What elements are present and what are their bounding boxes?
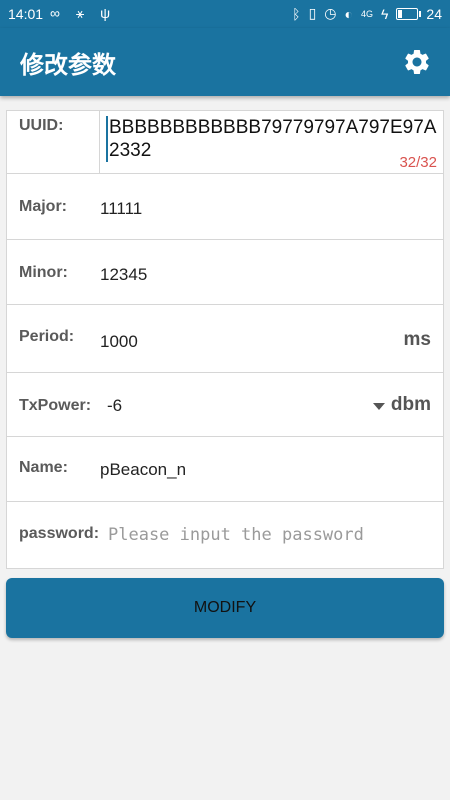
name-field[interactable]: pBeacon_n [100,460,186,480]
modify-button[interactable]: MODIFY [6,578,444,638]
minor-row: Minor: 12345 [7,240,443,305]
battery-icon [396,7,422,20]
txpower-label: TxPower: [19,397,92,414]
txpower-row: TxPower: -6 dbm [7,373,443,437]
beacon-params-form: UUID: BBBBBBBBBBBB79779797A797E97A2332 3… [6,110,444,569]
gear-icon[interactable] [402,47,432,77]
uuid-row: UUID: BBBBBBBBBBBB79779797A797E97A2332 3… [7,111,443,174]
password-label: password: [19,525,100,542]
txpower-unit: dbm [390,394,431,415]
major-label: Major: [19,198,67,215]
period-unit: ms [403,329,431,350]
name-row: Name: pBeacon_n [7,437,443,502]
alarm-icon: ◷ [324,5,337,21]
period-label: Period: [19,328,75,345]
bluetooth-icon: ᛒ [292,5,301,22]
major-field[interactable]: 11111 [100,199,142,219]
uuid-value[interactable]: BBBBBBBBBBBB79779797A797E97A2332 [106,116,441,162]
data-saver-icon: ◐ [344,5,353,22]
signal-icon: 4G [360,8,373,19]
charging-icon: ϟ [381,5,389,22]
password-row: password: Please input the password [7,502,443,568]
major-row: Major: 11111 [7,174,443,240]
uuid-label: UUID: [19,117,64,134]
vibrate-icon: ▯ [308,5,317,21]
page-title: 修改参数 [20,52,116,79]
status-bar: 14:01 ∞ ⚹ ψ ᛒ ▯ ◷ ◐ 4G ϟ 24 [0,0,450,28]
minor-field[interactable]: 12345 [100,265,147,285]
chevron-down-icon[interactable] [373,403,385,410]
battery-level: 24 [426,5,442,22]
txpower-select[interactable]: -6 [107,396,122,416]
period-row: Period: 1000 ms [7,305,443,373]
notification-icons: ∞ ⚹ ψ [50,5,117,21]
system-icons: ᛒ ▯ ◷ ◐ 4G ϟ 24 [292,5,442,22]
uuid-field[interactable]: BBBBBBBBBBBB79779797A797E97A2332 32/32 [99,111,443,173]
uuid-char-counter: 32/32 [399,154,437,171]
name-label: Name: [19,459,68,476]
minor-label: Minor: [19,264,68,281]
app-bar: 修改参数 [0,28,450,96]
period-field[interactable]: 1000 [100,332,138,352]
password-field[interactable]: Please input the password [108,525,364,545]
clock: 14:01 [8,6,44,22]
